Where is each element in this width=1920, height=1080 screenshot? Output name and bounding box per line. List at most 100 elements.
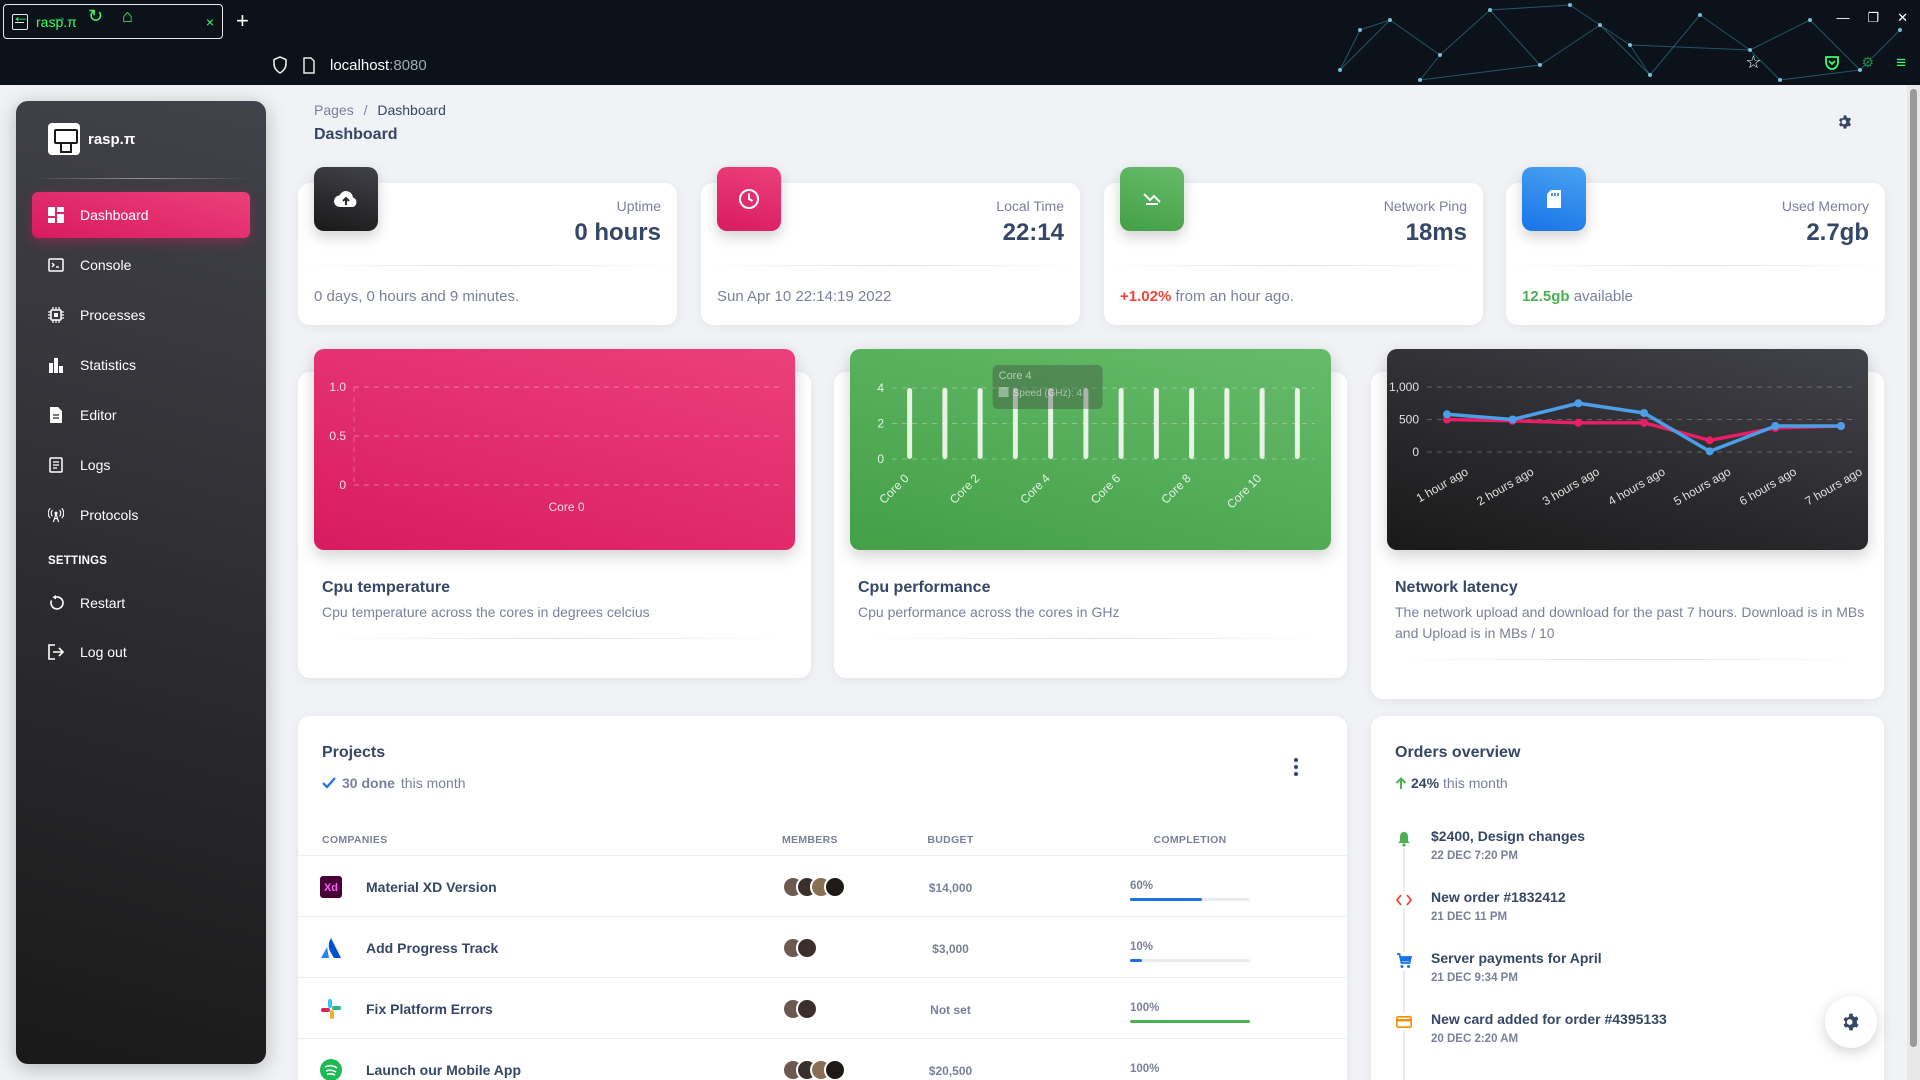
member-avatar[interactable] [796,937,818,959]
chart-divider [1395,659,1860,660]
y-tick-label: 4 [877,381,884,395]
completion-progress-bar [1130,1020,1250,1023]
member-avatar[interactable] [796,998,818,1020]
projects-summary: 30 done this month [322,775,466,791]
project-name[interactable]: Launch our Mobile App [366,1062,521,1078]
chart-title: Cpu performance [858,579,991,596]
latency-point [1640,418,1648,427]
cpu-core-bar [1189,388,1195,459]
more-options-icon[interactable] [1293,758,1299,776]
x-tick-label: 5 hours ago [1671,464,1733,508]
wallpaper-link [1419,54,1441,81]
sidebar-item-console[interactable]: Console [32,242,250,288]
chart-tooltip-title: Core 4 [999,370,1032,382]
x-tick-label: Core 8 [1158,471,1194,507]
scrollbar-thumb[interactable] [1910,89,1917,1047]
sidebar-item-label: Console [80,257,132,273]
y-tick-label: 0 [1412,445,1419,459]
home-icon[interactable]: ⌂ [122,4,133,28]
arrow-up-icon [1395,776,1407,789]
sidebar-item-logs[interactable]: Logs [32,442,250,488]
wallpaper-node [1598,23,1602,27]
forward-icon[interactable]: → [50,4,68,28]
table-row[interactable]: Launch our Mobile App $20,500 100% [298,1038,1347,1080]
page-scrollbar[interactable] [1907,85,1920,1080]
url-text[interactable]: localhost:8080 [330,57,427,74]
column-header: COMPANIES [322,834,388,846]
latency-point [1574,418,1583,427]
menu-icon[interactable]: ≡ [1896,53,1906,73]
reload-icon[interactable]: ↻ [88,4,103,28]
extension-icon[interactable]: ⚙ [1862,54,1875,71]
restore-icon[interactable]: ❐ [1867,10,1879,26]
close-window-icon[interactable]: ✕ [1897,10,1908,26]
brand[interactable]: rasp.π [48,123,135,155]
timeline-title: Server payments for April [1431,950,1602,966]
projects-card: Projects 30 done this month COMPANIES MEM… [298,716,1347,1080]
window-controls: — ❐ ✕ [1836,10,1908,26]
wallpaper-node [1698,13,1702,17]
timeline-date: 21 DEC 9:34 PM [1431,972,1518,984]
member-avatar[interactable] [824,876,846,898]
stat-value: 22:14 [1002,219,1064,246]
x-tick-label: Core 0 [876,471,912,507]
pocket-icon[interactable] [1824,54,1840,72]
chart-card-cpu-temperature: 0 0.5 1.0 Core 0 Cpu temperature Cpu temper… [298,349,811,678]
latency-point [1705,436,1714,445]
wallpaper-link [1419,64,1541,81]
wallpaper-link [1489,9,1541,66]
sidebar-item-dashboard[interactable]: Dashboard [32,192,250,238]
table-row[interactable]: Xd Material XD Version $14,000 60% [298,855,1347,916]
timeline-date: 22 DEC 7:20 PM [1431,850,1518,862]
x-tick-label: Core 0 [548,500,584,514]
sidebar-item-label: Restart [80,595,126,611]
chart-title: Network latency [1395,579,1518,596]
table-row[interactable]: Fix Platform Errors Not set 100% [298,977,1347,1038]
sidebar-item-statistics[interactable]: Statistics [32,342,250,388]
sidebar-divider [32,178,250,179]
antenna-icon [48,507,64,523]
sidebar-item-editor[interactable]: Editor [32,392,250,438]
x-tick-label: 6 hours ago [1737,464,1799,508]
url-bar[interactable]: localhost:8080 [272,53,427,77]
page-title: Dashboard [314,126,398,143]
x-tick-label: 7 hours ago [1803,464,1865,508]
y-tick-label: 1,000 [1389,380,1419,394]
sidebar-item-logout[interactable]: Log out [32,629,250,675]
x-tick-label: 1 hour ago [1414,464,1471,505]
wallpaper-link [1699,14,1751,51]
wallpaper-link [1599,24,1631,46]
settings-gear-icon[interactable] [1837,114,1853,130]
table-row[interactable]: Add Progress Track $3,000 10% [298,916,1347,977]
ping-icon [1120,167,1184,231]
tab-close-icon[interactable]: × [206,14,214,30]
cpu-core-bar [942,388,948,459]
minimize-icon[interactable]: — [1836,10,1849,26]
timeline-title: $2400, Design changes [1431,828,1586,844]
x-tick-label: Core 6 [1088,471,1124,507]
wallpaper-node [1538,63,1542,67]
sidebar-item-restart[interactable]: Restart [32,580,250,626]
breadcrumb-pages-link[interactable]: Pages [314,102,354,118]
bar-chart-icon [48,357,64,373]
xd-logo-icon: Xd [320,876,342,898]
stat-footer: +1.02% from an hour ago. [1120,288,1294,305]
sidebar-item-label: Protocols [80,507,139,523]
new-tab-button[interactable]: + [236,8,249,34]
browser-tab[interactable]: rasp.π × [3,4,223,39]
timeline-date: 21 DEC 11 PM [1431,911,1508,923]
back-icon[interactable]: ← [12,4,30,28]
completion-progress-fill [1130,898,1202,901]
breadcrumb: Pages / Dashboard [314,102,446,118]
project-name[interactable]: Fix Platform Errors [366,1001,493,1017]
member-avatar[interactable] [824,1059,846,1080]
stat-value: 0 hours [574,219,661,246]
project-name[interactable]: Add Progress Track [366,940,498,956]
configurator-gear-button[interactable] [1825,996,1877,1048]
bookmark-star-icon[interactable]: ☆ [1745,52,1761,73]
wallpaper-node [1388,18,1392,22]
sidebar-item-protocols[interactable]: Protocols [32,492,250,538]
breadcrumb-separator: / [363,102,368,118]
project-name[interactable]: Material XD Version [366,879,497,895]
sidebar-item-processes[interactable]: Processes [32,292,250,338]
